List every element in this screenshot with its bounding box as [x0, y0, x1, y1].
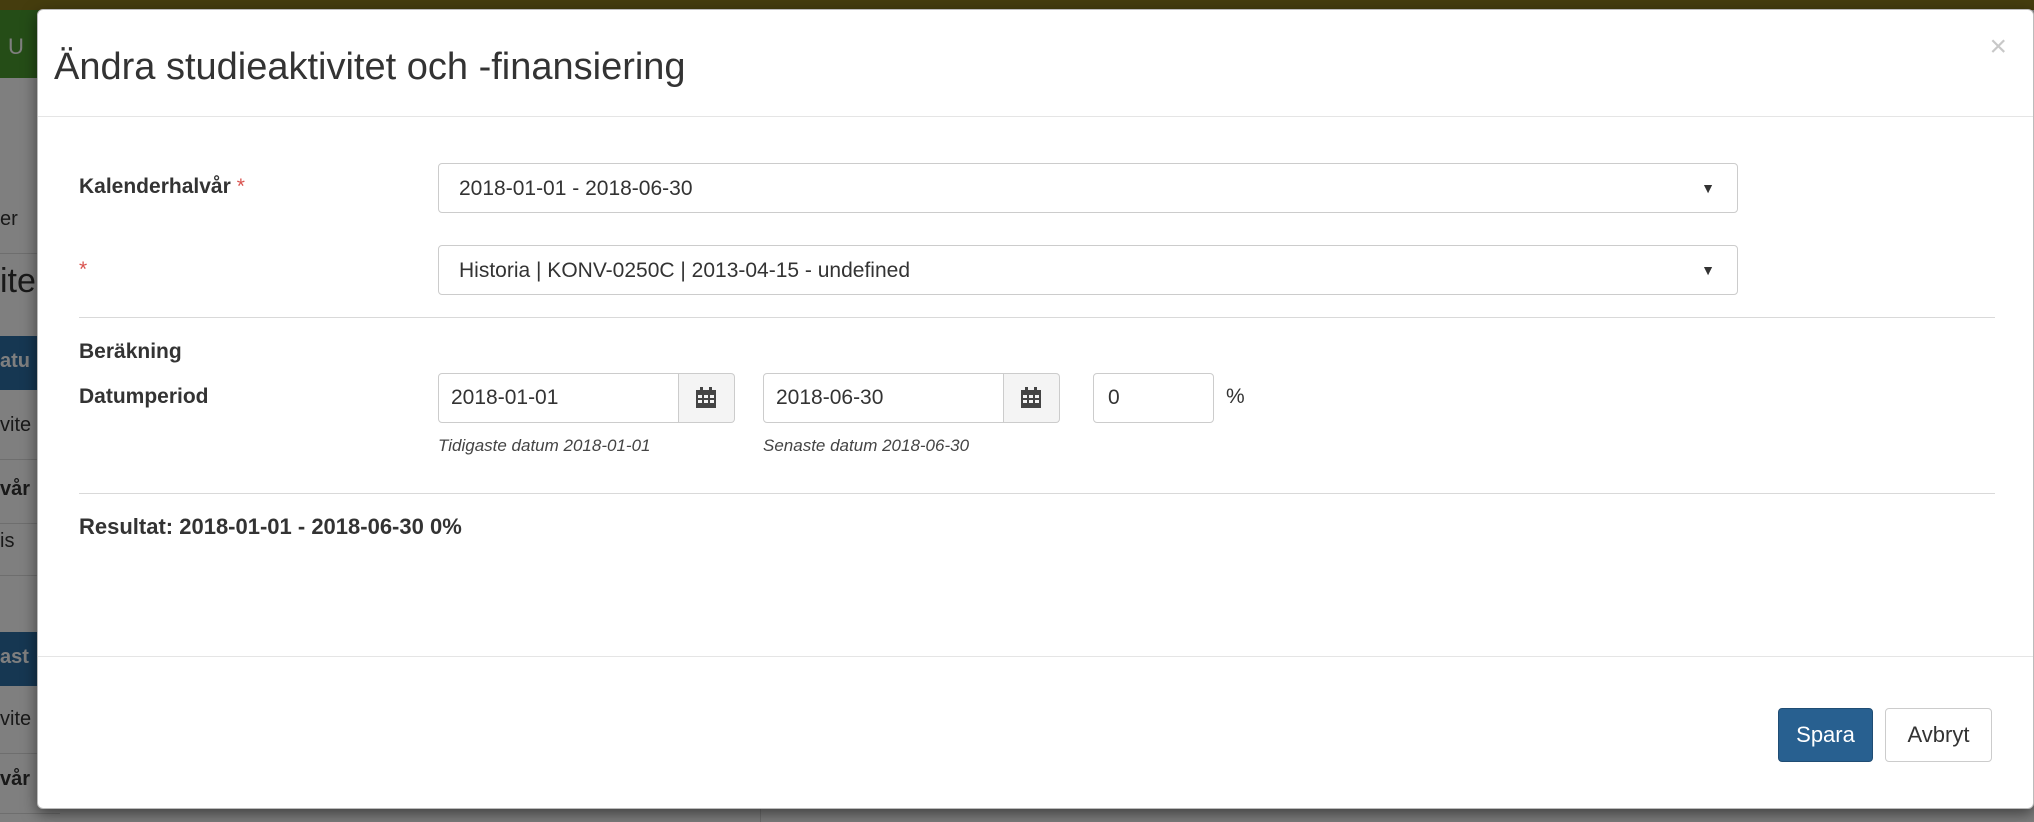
calendar-icon — [696, 387, 716, 408]
calendar-icon — [1021, 387, 1041, 408]
end-date-hint: Senaste datum 2018-06-30 — [763, 436, 970, 455]
end-date-input[interactable]: 2018-06-30 — [763, 373, 1004, 423]
calculation-heading: Beräkning — [79, 340, 182, 363]
percent-input[interactable]: 0 — [1093, 373, 1214, 423]
modal-footer-divider — [38, 656, 2033, 657]
start-date-hint: Tidigaste datum 2018-01-01 — [438, 436, 651, 455]
divider — [79, 317, 1995, 318]
divider — [79, 493, 1995, 494]
start-date-calendar-button[interactable] — [679, 373, 735, 423]
close-icon[interactable]: × — [1989, 32, 2007, 62]
modal-title: Ändra studieaktivitet och -finansiering — [54, 46, 686, 88]
end-date-calendar-button[interactable] — [1004, 373, 1060, 423]
edit-study-activity-modal: Ändra studieaktivitet och -finansiering … — [37, 9, 2034, 809]
dropdown-caret-icon: ▼ — [1701, 262, 1715, 278]
save-button[interactable]: Spara — [1778, 708, 1873, 762]
required-mark: * — [236, 175, 245, 198]
calendar-half-year-value: 2018-01-01 - 2018-06-30 — [459, 177, 693, 200]
dropdown-caret-icon: ▼ — [1701, 180, 1715, 196]
activity-label: * — [73, 258, 87, 282]
calendar-half-year-label: Kalenderhalvår * — [79, 175, 245, 198]
start-date-input[interactable]: 2018-01-01 — [438, 373, 679, 423]
percent-sign: % — [1226, 385, 1245, 408]
required-mark: * — [79, 258, 88, 281]
activity-value: Historia | KONV-0250C | 2013-04-15 - und… — [459, 259, 910, 282]
date-period-label: Datumperiod — [79, 385, 209, 408]
calendar-half-year-select[interactable]: 2018-01-01 - 2018-06-30 ▼ — [438, 163, 1738, 213]
result-text: Resultat: 2018-01-01 - 2018-06-30 0% — [79, 514, 462, 539]
activity-select[interactable]: Historia | KONV-0250C | 2013-04-15 - und… — [438, 245, 1738, 295]
cancel-button[interactable]: Avbryt — [1885, 708, 1992, 762]
modal-header: Ändra studieaktivitet och -finansiering … — [38, 10, 2033, 117]
